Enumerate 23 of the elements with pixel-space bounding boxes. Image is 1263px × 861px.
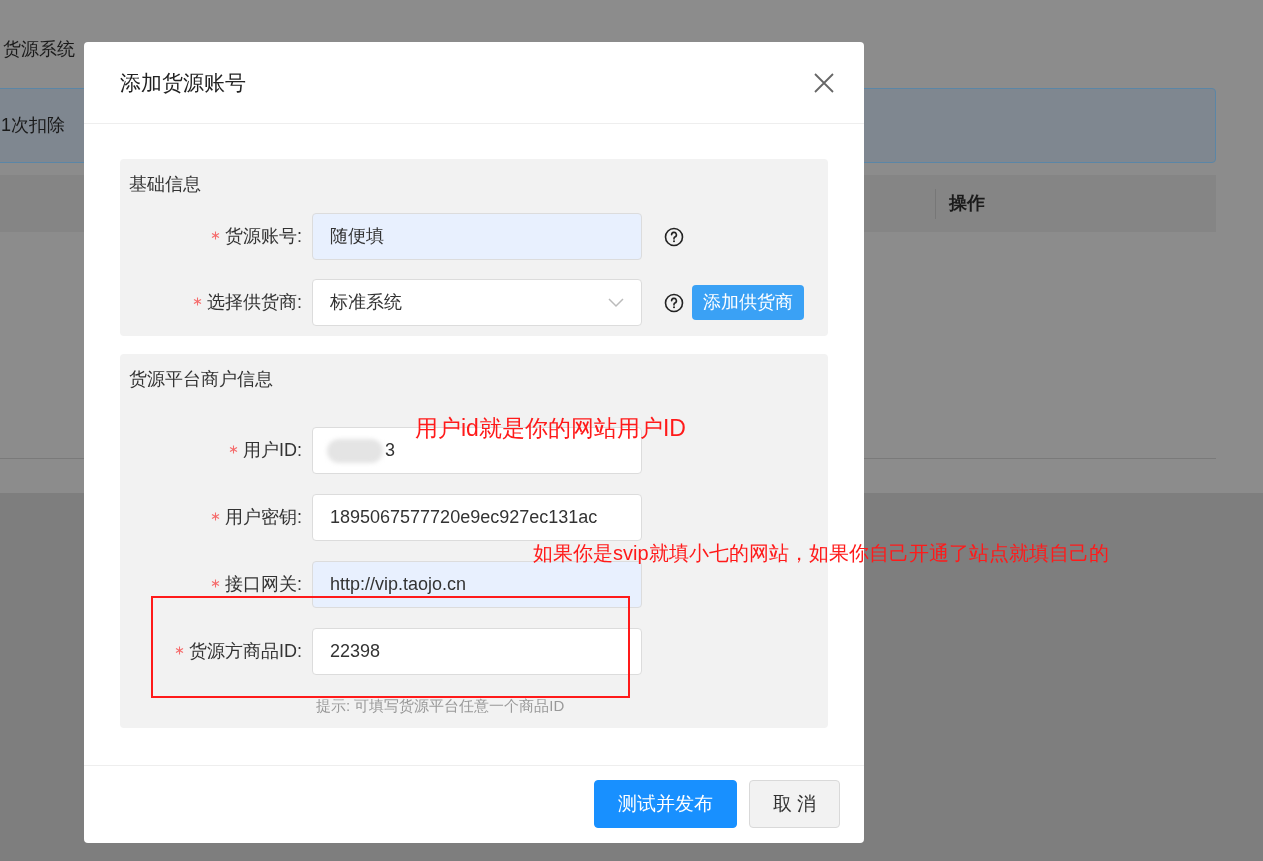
field-label: 货源账号: bbox=[225, 225, 302, 248]
field-label: 选择供货商: bbox=[207, 291, 302, 314]
help-icon[interactable] bbox=[664, 292, 684, 313]
chevron-down-icon bbox=[608, 297, 624, 308]
hint-text: 提示: 可填写货源平台任意一个商品ID bbox=[316, 696, 566, 716]
field-label: 接口网关: bbox=[225, 573, 302, 596]
input-field[interactable]: 22398 bbox=[312, 628, 642, 675]
notice-text: 1次扣除 bbox=[1, 114, 65, 137]
section-title: 基础信息 bbox=[129, 173, 202, 196]
section-title: 货源平台商户信息 bbox=[129, 368, 274, 391]
cancel-button[interactable]: 取 消 bbox=[748, 780, 840, 828]
page-title: 货源系统 bbox=[3, 39, 75, 59]
dialog-title: 添加货源账号 bbox=[120, 69, 246, 96]
help-icon[interactable] bbox=[664, 226, 684, 247]
supplier-select[interactable]: 标准系统 bbox=[312, 279, 642, 326]
column-header: 操作 bbox=[948, 192, 986, 215]
field-label: 用户密钥: bbox=[225, 506, 302, 529]
blur-patch bbox=[327, 438, 383, 463]
field-label: 货源方商品ID: bbox=[189, 640, 302, 663]
input-field[interactable]: 随便填 bbox=[312, 213, 642, 260]
field-label: 用户ID: bbox=[243, 439, 302, 462]
input-field[interactable]: 1895067577720e9ec927ec131ac bbox=[312, 494, 642, 541]
close-icon[interactable] bbox=[814, 72, 834, 93]
